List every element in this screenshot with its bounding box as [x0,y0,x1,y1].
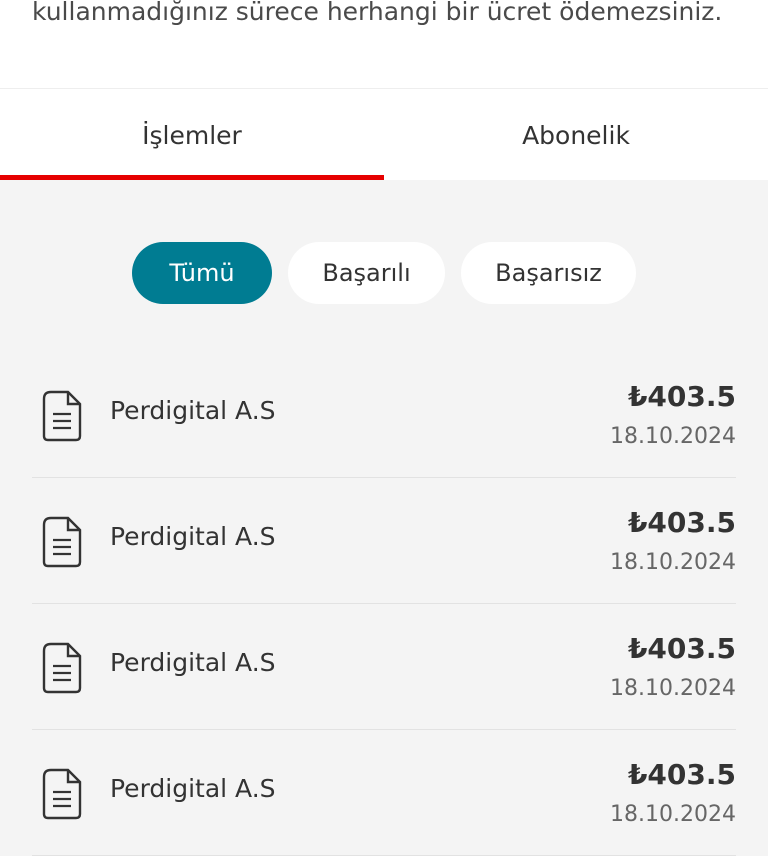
transaction-date: 18.10.2024 [610,676,736,701]
filter-chip-successful[interactable]: Başarılı [288,242,445,304]
tab-bar: İşlemler Abonelik [0,88,768,180]
merchant-name: Perdigital A.S [110,648,276,677]
filter-chip-all[interactable]: Tümü [132,242,272,304]
transaction-date: 18.10.2024 [610,424,736,449]
info-banner: kullanmadığınız sürece herhangi bir ücre… [0,0,768,88]
document-icon [42,516,82,568]
tab-islemler[interactable]: İşlemler [0,89,384,181]
transaction-date: 18.10.2024 [610,550,736,575]
merchant-name: Perdigital A.S [110,522,276,551]
transaction-amount: ₺403.5 [627,632,736,665]
document-icon [42,390,82,442]
merchant-name: Perdigital A.S [110,396,276,425]
transaction-amount: ₺403.5 [627,506,736,539]
active-tab-indicator [0,175,384,180]
document-icon [42,768,82,820]
tab-abonelik[interactable]: Abonelik [384,89,768,181]
filter-chips: Tümü Başarılı Başarısız [0,242,768,304]
document-icon [42,642,82,694]
merchant-name: Perdigital A.S [110,774,276,803]
transaction-row[interactable]: Perdigital A.S ₺403.5 18.10.2024 [32,730,736,856]
transaction-list: Perdigital A.S ₺403.5 18.10.2024 Perdigi… [32,352,736,856]
transaction-amount: ₺403.5 [627,380,736,413]
transaction-row[interactable]: Perdigital A.S ₺403.5 18.10.2024 [32,478,736,604]
transaction-row[interactable]: Perdigital A.S ₺403.5 18.10.2024 [32,352,736,478]
transaction-date: 18.10.2024 [610,802,736,827]
info-text: kullanmadığınız sürece herhangi bir ücre… [32,0,723,26]
filter-chip-failed[interactable]: Başarısız [461,242,636,304]
transaction-row[interactable]: Perdigital A.S ₺403.5 18.10.2024 [32,604,736,730]
transaction-amount: ₺403.5 [627,758,736,791]
